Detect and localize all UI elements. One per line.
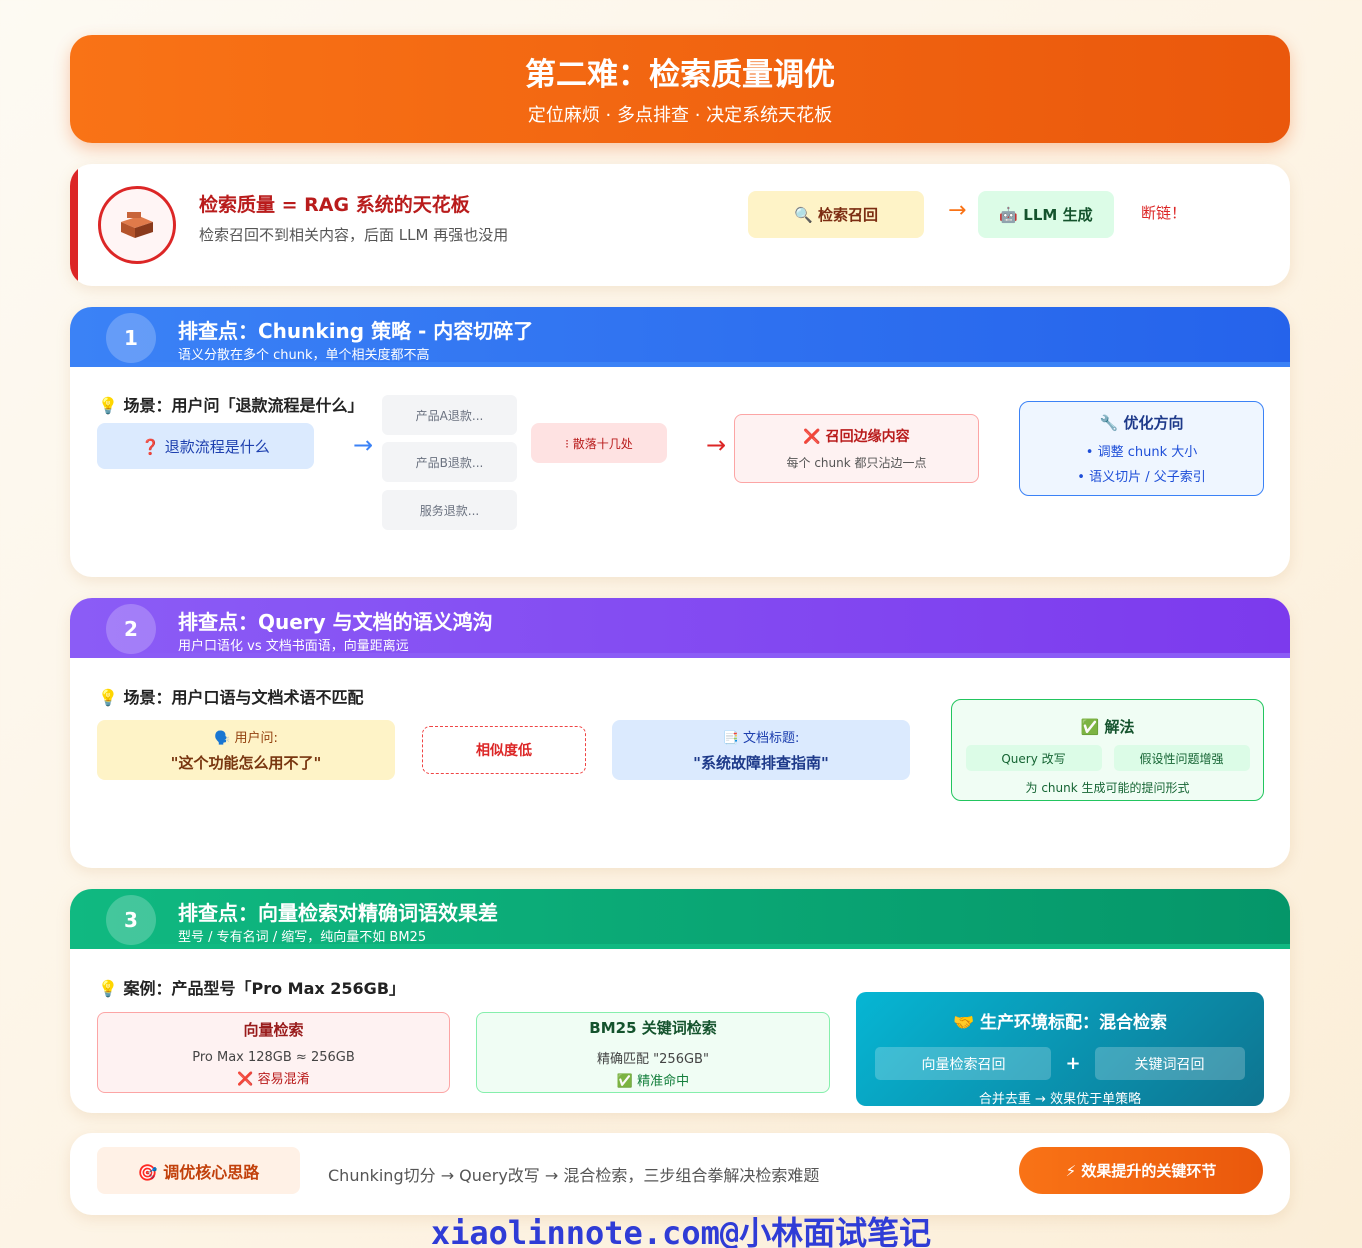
section-3-subtitle: 型号 / 专有名词 / 缩写，纯向量不如 BM25 xyxy=(178,930,427,945)
vector-search-line: Pro Max 128GB ≈ 256GB xyxy=(192,1049,355,1065)
user-query-box: 🗣️ 用户问: "这个功能怎么用不了" xyxy=(97,720,395,780)
section-2-header: 2 排查点：Query 与文档的语义鸿沟 用户口语化 vs 文档书面语，向量距离… xyxy=(70,598,1290,658)
doc-title-text: "系统故障排查指南" xyxy=(693,754,829,772)
core-idea-badge: 🎯 调优核心思路 xyxy=(97,1147,300,1194)
hybrid-search-title: 🤝 生产环境标配：混合检索 xyxy=(952,1013,1168,1033)
section-2-title: 排查点：Query 与文档的语义鸿沟 xyxy=(178,610,493,634)
section-3-number: 3 xyxy=(106,895,156,945)
section-1-scene: 💡 场景：用户问「退款流程是什么」 xyxy=(98,396,364,415)
user-question-box: ❓ 退款流程是什么 xyxy=(97,423,314,469)
bm25-box: BM25 关键词检索 精确匹配 "256GB" ✅ 精准命中 xyxy=(476,1012,830,1093)
section-2-number: 2 xyxy=(106,604,156,654)
page-subtitle: 定位麻烦 · 多点排查 · 决定系统天花板 xyxy=(527,105,833,126)
edge-recall-desc: 每个 chunk 都只沾边一点 xyxy=(786,456,927,470)
section-3-scene: 💡 案例：产品型号「Pro Max 256GB」 xyxy=(98,979,406,998)
page-header: 第二难：检索质量调优 定位麻烦 · 多点排查 · 决定系统天花板 xyxy=(70,35,1290,143)
vector-search-title: 向量检索 xyxy=(243,1020,304,1039)
section-1-arrow-1: → xyxy=(353,431,374,459)
watermark: xiaolinnote.com@小林面试笔记 xyxy=(430,1214,932,1248)
doc-title-label: 📑 文档标题: xyxy=(722,731,800,746)
chunk-fragment: 产品A退款... xyxy=(382,395,517,435)
broken-chain-label: 断链！ xyxy=(1141,204,1187,222)
brick-icon xyxy=(98,186,176,264)
intro-title: 检索质量 = RAG 系统的天花板 xyxy=(199,194,470,216)
optimization-box: 🔧 优化方向 • 调整 chunk 大小 • 语义切片 / 父子索引 xyxy=(1019,401,1264,496)
chunk-fragment: 产品B退款... xyxy=(382,442,517,482)
intro-accent-bar xyxy=(70,164,78,286)
section-1-number: 1 xyxy=(106,313,156,363)
section-1-title: 排查点：Chunking 策略 - 内容切碎了 xyxy=(178,319,534,343)
doc-title-box: 📑 文档标题: "系统故障排查指南" xyxy=(612,720,910,780)
section-3-header: 3 排查点：向量检索对精确词语效果差 型号 / 专有名词 / 缩写，纯向量不如 … xyxy=(70,889,1290,949)
section-1-header: 1 排查点：Chunking 策略 - 内容切碎了 语义分散在多个 chunk，… xyxy=(70,307,1290,367)
hypothetical-question-chip: 假设性问题增强 xyxy=(1113,745,1250,771)
llm-step-pill: 🤖 LLM 生成 xyxy=(978,191,1114,238)
intro-arrow: → xyxy=(948,198,967,223)
keyword-recall-chip: 关键词召回 xyxy=(1094,1047,1245,1080)
bm25-line: 精确匹配 "256GB" xyxy=(597,1051,709,1067)
intro-card: 检索质量 = RAG 系统的天花板 检索召回不到相关内容，后面 LLM 再强也没… xyxy=(70,164,1290,286)
edge-recall-title: ❌ 召回边缘内容 xyxy=(803,429,910,445)
section-2-scene: 💡 场景：用户口语与文档术语不匹配 xyxy=(98,688,364,707)
edge-recall-box: ❌ 召回边缘内容 每个 chunk 都只沾边一点 xyxy=(734,414,979,483)
section-3-title: 排查点：向量检索对精确词语效果差 xyxy=(178,901,498,925)
bm25-verdict: ✅ 精准命中 xyxy=(616,1073,690,1089)
hybrid-search-desc: 合并去重 → 效果优于单策略 xyxy=(978,1092,1142,1107)
solution-options: Query 改写 假设性问题增强 xyxy=(965,745,1250,771)
solution-box: ✅ 解法 Query 改写 假设性问题增强 为 chunk 生成可能的提问形式 xyxy=(951,699,1264,801)
section-1-arrow-2: → xyxy=(706,431,727,459)
hybrid-search-box: 🤝 生产环境标配：混合检索 向量检索召回 + 关键词召回 合并去重 → 效果优于… xyxy=(856,992,1264,1107)
vector-search-verdict: ❌ 容易混淆 xyxy=(237,1071,310,1087)
low-similarity-badge: 相似度低 xyxy=(422,726,586,774)
solution-desc: 为 chunk 生成可能的提问形式 xyxy=(1025,781,1190,795)
intro-desc: 检索召回不到相关内容，后面 LLM 再强也没用 xyxy=(199,226,509,244)
page-title: 第二难：检索质量调优 xyxy=(525,57,835,93)
query-rewrite-chip: Query 改写 xyxy=(965,745,1102,771)
bm25-title: BM25 关键词检索 xyxy=(589,1018,717,1037)
optimization-title: 🔧 优化方向 xyxy=(1099,414,1184,432)
scatter-badge: ⁝ 散落十几处 xyxy=(531,423,667,463)
section-2-subtitle: 用户口语化 vs 文档书面语，向量距离远 xyxy=(178,639,409,654)
user-query-text: "这个功能怎么用不了" xyxy=(170,754,322,772)
vector-recall-chip: 向量检索召回 xyxy=(875,1047,1052,1080)
user-query-label: 🗣️ 用户问: xyxy=(214,731,278,746)
chunk-fragment: 服务退款... xyxy=(382,490,517,530)
core-idea-text: Chunking切分 → Query改写 → 混合检索，三步组合拳解决检索难题 xyxy=(328,1166,820,1185)
solution-title: ✅ 解法 xyxy=(1080,718,1135,736)
section-1-subtitle: 语义分散在多个 chunk，单个相关度都不高 xyxy=(178,348,430,363)
optimization-item: • 调整 chunk 大小 xyxy=(1085,445,1198,460)
key-link-button[interactable]: ⚡ 效果提升的关键环节 xyxy=(1019,1147,1263,1194)
optimization-item: • 语义切片 / 父子索引 xyxy=(1077,470,1206,485)
plus-sign: + xyxy=(1065,1053,1081,1074)
footer-card: 🎯 调优核心思路 Chunking切分 → Query改写 → 混合检索，三步组… xyxy=(70,1133,1290,1215)
retrieval-step-pill: 🔍 检索召回 xyxy=(748,191,924,238)
hybrid-search-components: 向量检索召回 + 关键词召回 xyxy=(875,1047,1245,1080)
vector-search-box: 向量检索 Pro Max 128GB ≈ 256GB ❌ 容易混淆 xyxy=(97,1012,450,1093)
